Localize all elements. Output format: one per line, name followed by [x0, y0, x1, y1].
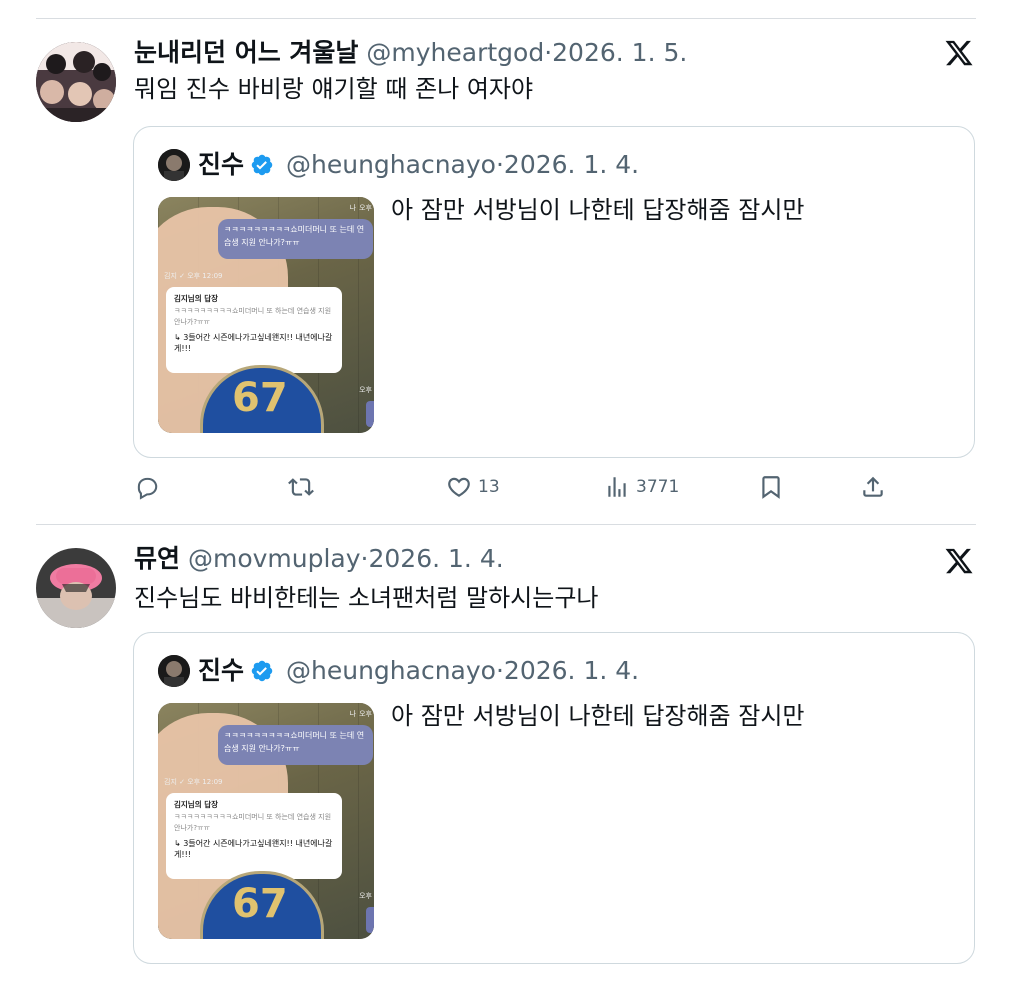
- share-button[interactable]: [860, 474, 886, 500]
- quote-user-handle[interactable]: @heunghacnayo: [286, 149, 496, 181]
- image-label-me: 나: [349, 710, 356, 718]
- image-reply-title: 김지님의 답장: [174, 294, 219, 303]
- quote-display-name[interactable]: 진수: [198, 655, 244, 687]
- separator-dot: ·: [495, 150, 504, 179]
- avatar-image: [36, 548, 116, 628]
- avatar-image: [36, 42, 116, 122]
- quote-media-image[interactable]: 나 오후 ㅋㅋㅋㅋㅋㅋㅋㅋㅋ쇼미더머니 또 는데 연습생 지원 안나가?ㅠㅠ 김…: [158, 197, 374, 433]
- bookmark-button[interactable]: [758, 474, 784, 500]
- quote-user-handle[interactable]: @heunghacnayo: [286, 655, 496, 687]
- user-handle[interactable]: @myheartgod: [366, 38, 544, 67]
- share-icon: [863, 476, 883, 497]
- image-badge-number: 67: [232, 375, 288, 421]
- retweet-icon: [288, 478, 314, 496]
- retweet-button[interactable]: [288, 474, 314, 500]
- heart-icon: [448, 477, 470, 497]
- separator-dot: ·: [544, 38, 553, 67]
- image-reply-text: ↳ 3들어간 시즌에나가고싶네왠지!! 내년에나갈게!!!: [174, 333, 333, 353]
- bookmark-icon: [762, 476, 780, 499]
- image-label-time: 오후: [359, 204, 372, 212]
- views-button[interactable]: 3771: [604, 474, 679, 500]
- image-label-time-2: 오후: [359, 386, 372, 394]
- reply-button[interactable]: [134, 474, 160, 500]
- image-reply-card: 김지님의 답장 ㅋㅋㅋㅋㅋㅋㅋㅋㅋ쇼미더머니 또 하는데 연습생 지원 안나가?…: [166, 793, 342, 879]
- tweet-text: 뭐임 진수 바비랑 얘기할 때 존나 여자야: [134, 75, 534, 103]
- image-sender-meta: 김지 ✓ 오후 12:09: [164, 272, 223, 280]
- tweet-header: 뮤연 @movmuplay·2026. 1. 4.: [134, 544, 504, 574]
- like-count: 13: [478, 477, 500, 497]
- quote-header: 진수 @heunghacnayo · 2026. 1. 4.: [198, 655, 639, 687]
- reply-icon: [137, 477, 158, 500]
- image-reply-title: 김지님의 답장: [174, 800, 219, 809]
- tweet-date[interactable]: 2026. 1. 4.: [369, 544, 504, 573]
- user-handle[interactable]: @movmuplay: [188, 544, 361, 573]
- avatar[interactable]: [36, 42, 116, 122]
- verified-badge-icon: [250, 659, 274, 683]
- tweet-divider: [36, 524, 976, 525]
- quote-tweet-date[interactable]: 2026. 1. 4.: [504, 655, 639, 687]
- separator-dot: ·: [360, 544, 369, 573]
- tweet-header: 눈내리던 어느 겨울날 @myheartgod·2026. 1. 5.: [134, 38, 687, 68]
- quote-avatar[interactable]: [158, 655, 190, 687]
- quote-tweet-text: 아 잠만 서방님이 나한테 답장해줌 잠시만: [391, 196, 805, 224]
- image-label-time: 오후: [359, 710, 372, 718]
- display-name[interactable]: 뮤연: [134, 544, 180, 573]
- image-sender-meta: 김지 ✓ 오후 12:09: [164, 778, 223, 786]
- image-chat-bubble: ㅋㅋㅋㅋㅋㅋㅋㅋㅋ쇼미더머니 또 는데 연습생 지원 안나가?ㅠㅠ: [218, 219, 373, 259]
- tweet-text: 진수님도 바비한테는 소녀팬처럼 말하시는구나: [134, 584, 599, 612]
- action-bar: 13 3771: [0, 474, 1024, 504]
- verified-badge-icon: [250, 153, 274, 177]
- quote-tweet-date[interactable]: 2026. 1. 4.: [504, 149, 639, 181]
- avatar[interactable]: [36, 548, 116, 628]
- image-reply-quote: ㅋㅋㅋㅋㅋㅋㅋㅋㅋ쇼미더머니 또 하는데 연습생 지원 안나가?ㅠㅠ: [174, 307, 332, 326]
- image-reply-card: 김지님의 답장 ㅋㅋㅋㅋㅋㅋㅋㅋㅋ쇼미더머니 또 하는데 연습생 지원 안나가?…: [166, 287, 342, 373]
- image-chat-bubble: ㅋㅋㅋㅋㅋㅋㅋㅋㅋ쇼미더머니 또 는데 연습생 지원 안나가?ㅠㅠ: [218, 725, 373, 765]
- image-badge-number: 67: [232, 881, 288, 927]
- display-name[interactable]: 눈내리던 어느 겨울날: [134, 38, 358, 67]
- quote-media-image[interactable]: 나 오후 ㅋㅋㅋㅋㅋㅋㅋㅋㅋ쇼미더머니 또 는데 연습생 지원 안나가?ㅠㅠ 김…: [158, 703, 374, 939]
- image-reply-text: ↳ 3들어간 시즌에나가고싶네왠지!! 내년에나갈게!!!: [174, 839, 333, 859]
- image-side-bubble: [366, 401, 374, 427]
- image-label-time-2: 오후: [359, 892, 372, 900]
- like-button[interactable]: 13: [446, 474, 500, 500]
- quote-tweet-card[interactable]: 진수 @heunghacnayo · 2026. 1. 4. 나 오후 ㅋㅋㅋㅋㅋㅋ…: [133, 632, 975, 964]
- image-side-bubble: [366, 907, 374, 933]
- tweet-date[interactable]: 2026. 1. 5.: [552, 38, 687, 67]
- x-logo-icon[interactable]: [944, 38, 974, 68]
- views-icon: [608, 477, 626, 497]
- x-logo-icon[interactable]: [944, 546, 974, 576]
- separator-dot: ·: [495, 656, 504, 685]
- image-reply-quote: ㅋㅋㅋㅋㅋㅋㅋㅋㅋ쇼미더머니 또 하는데 연습생 지원 안나가?ㅠㅠ: [174, 813, 332, 832]
- quote-tweet-card[interactable]: 진수 @heunghacnayo · 2026. 1. 4. 나 오후 ㅋㅋㅋㅋㅋㅋ…: [133, 126, 975, 458]
- quote-display-name[interactable]: 진수: [198, 149, 244, 181]
- image-label-me: 나: [349, 204, 356, 212]
- views-count: 3771: [636, 477, 680, 497]
- quote-avatar[interactable]: [158, 149, 190, 181]
- quote-header: 진수 @heunghacnayo · 2026. 1. 4.: [198, 149, 639, 181]
- top-divider: [36, 18, 976, 19]
- quote-tweet-text: 아 잠만 서방님이 나한테 답장해줌 잠시만: [391, 702, 805, 730]
